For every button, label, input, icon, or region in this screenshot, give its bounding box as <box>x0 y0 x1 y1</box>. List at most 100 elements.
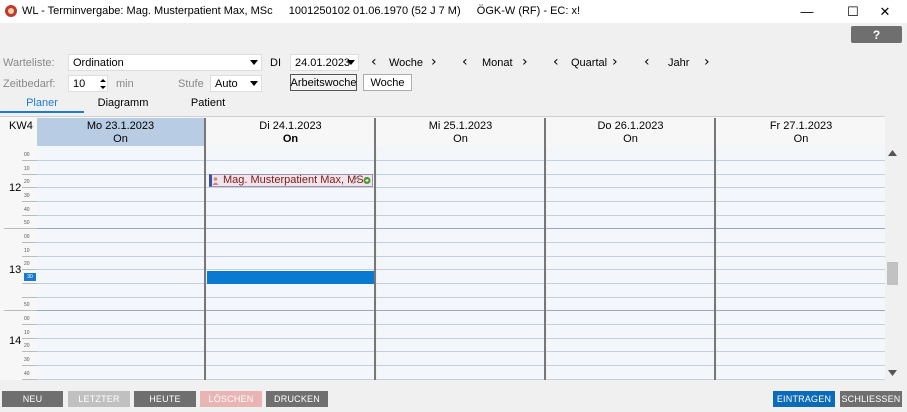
help-button[interactable]: ? <box>851 26 902 43</box>
drucken-button[interactable]: DRUCKEN <box>266 391 328 407</box>
eintragen-button[interactable]: EINTRAGEN <box>773 391 835 407</box>
warteliste-select[interactable]: Ordination <box>68 54 262 71</box>
time-tick <box>22 242 37 243</box>
jahr-prev-button[interactable]: ‹ <box>644 55 650 69</box>
schliessen-button[interactable]: SCHLIESSEN <box>840 391 902 407</box>
selected-time-slot[interactable] <box>207 271 374 284</box>
arbeitswoche-toggle[interactable]: Arbeitswoche <box>290 74 357 91</box>
appointment-label: Mag. Musterpatient Max, MSc <box>223 174 370 186</box>
woche-toggle[interactable]: Woche <box>363 74 412 91</box>
time-tick <box>22 379 37 380</box>
monat-next-button[interactable]: › <box>522 55 528 69</box>
day-date: Di 24.1.2023 <box>259 120 322 132</box>
loeschen-button[interactable]: LÖSCHEN <box>200 391 262 407</box>
scroll-down-icon[interactable] <box>888 370 897 376</box>
tab-planer[interactable]: Planer <box>0 97 84 111</box>
day-column-wed[interactable] <box>377 146 544 380</box>
quartal-next-button[interactable]: › <box>612 55 618 69</box>
minute-label: 20 <box>24 261 30 267</box>
time-tick <box>22 215 37 216</box>
time-tick <box>22 324 37 325</box>
time-tick <box>22 283 37 284</box>
woche-next-button[interactable]: › <box>431 55 437 69</box>
minute-label: 30 <box>24 357 30 363</box>
close-button[interactable]: ✕ <box>862 0 907 23</box>
time-tick <box>22 174 37 175</box>
day-header-thu[interactable]: Do 26.1.2023 On <box>547 118 714 146</box>
time-tick <box>22 269 37 270</box>
grid-line <box>37 297 885 298</box>
woche-label: Woche <box>389 57 424 69</box>
day-status: On <box>453 133 468 145</box>
day-date: Mo 23.1.2023 <box>86 120 155 132</box>
zeitbedarf-stepper[interactable]: 10 <box>68 75 108 92</box>
minute-label: 10 <box>24 330 30 336</box>
appointment-event[interactable]: Mag. Musterpatient Max, MSc <box>209 174 373 187</box>
letzter-button[interactable]: LETZTER <box>68 391 130 407</box>
minimize-button[interactable]: — <box>784 0 830 23</box>
day-divider <box>204 118 206 380</box>
minimize-icon: — <box>800 4 814 19</box>
window-title-row: WL - Terminvergabe: Mag. Musterpatient M… <box>22 5 580 17</box>
day-status: On <box>793 133 809 145</box>
jahr-next-button[interactable]: › <box>704 55 710 69</box>
jahr-label: Jahr <box>668 57 690 69</box>
grid-line <box>37 201 885 202</box>
chevron-down-icon <box>250 81 258 86</box>
minute-label: 00 <box>24 152 30 158</box>
day-abbrev: DI <box>270 57 281 69</box>
heute-button[interactable]: HEUTE <box>134 391 196 407</box>
day-column-fri[interactable] <box>717 146 885 380</box>
time-tick <box>22 351 37 352</box>
grid-line <box>37 351 885 352</box>
tab-patient[interactable]: Patient <box>186 97 230 111</box>
monat-label: Monat <box>482 57 513 69</box>
woche-prev-button[interactable]: ‹ <box>371 55 377 69</box>
day-status: On <box>623 133 638 145</box>
grid-line <box>37 228 885 229</box>
stufe-select[interactable]: Auto <box>210 75 262 92</box>
time-tick <box>22 201 37 202</box>
monat-prev-button[interactable]: ‹ <box>462 55 468 69</box>
grid-line <box>37 269 885 270</box>
day-header-fri[interactable]: Fr 27.1.2023 On <box>717 118 885 146</box>
minute-label: 20 <box>24 343 30 349</box>
title-bar: WL - Terminvergabe: Mag. Musterpatient M… <box>0 0 907 23</box>
hour-label: 14 <box>9 335 22 347</box>
date-picker[interactable]: 24.01.2023 <box>290 54 359 71</box>
grid-line <box>37 215 885 216</box>
stufe-label: Stufe <box>178 78 204 90</box>
day-column-mon[interactable] <box>37 146 204 380</box>
day-divider <box>374 118 376 380</box>
scroll-up-icon[interactable] <box>888 150 897 156</box>
week-label: KW4 <box>9 120 33 132</box>
time-tick <box>22 297 37 298</box>
app-icon <box>5 5 17 17</box>
time-tick <box>22 160 37 161</box>
tab-diagramm[interactable]: Diagramm <box>95 97 151 111</box>
day-date: Do 26.1.2023 <box>597 120 664 132</box>
grid-line <box>37 324 885 325</box>
minute-label: 50 <box>24 220 30 226</box>
time-tick <box>22 187 37 188</box>
current-minute-badge: 30 <box>24 273 36 281</box>
grid-line <box>37 310 885 311</box>
day-date: Fr 27.1.2023 <box>769 120 833 132</box>
time-tick <box>22 365 37 366</box>
quartal-prev-button[interactable]: ‹ <box>553 55 559 69</box>
stepper-arrows-icon[interactable] <box>100 78 106 90</box>
day-header-tue[interactable]: Di 24.1.2023 On <box>207 118 374 146</box>
minute-label: 40 <box>24 371 30 377</box>
day-header-wed[interactable]: Mi 25.1.2023 On <box>377 118 544 146</box>
minute-label: 40 <box>24 207 30 213</box>
day-header-mon[interactable]: Mo 23.1.2023 On <box>37 118 204 146</box>
neu-button[interactable]: NEU <box>2 391 63 407</box>
minute-label: 30 <box>24 193 30 199</box>
day-divider <box>714 118 716 380</box>
grid-line <box>37 242 885 243</box>
zeitbedarf-label: Zeitbedarf: <box>3 78 56 90</box>
day-column-thu[interactable] <box>547 146 714 380</box>
time-tick <box>4 310 37 311</box>
warteliste-value: Ordination <box>73 57 124 69</box>
scrollbar-thumb[interactable] <box>887 262 898 285</box>
